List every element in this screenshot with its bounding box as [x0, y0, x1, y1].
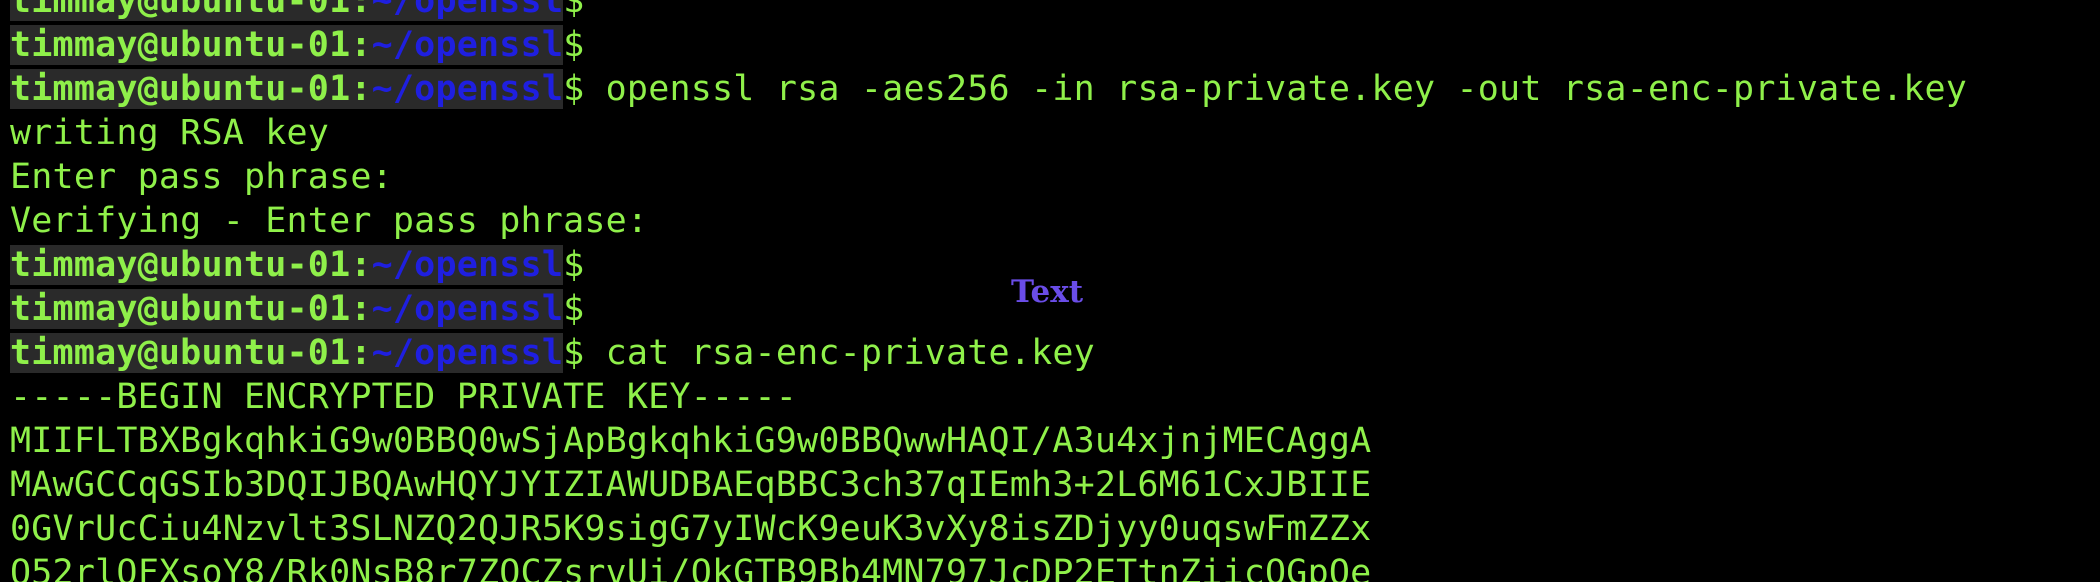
prompt-path: ~/openssl	[371, 333, 564, 373]
text-overlay-label[interactable]: Text	[1011, 270, 1083, 314]
prompt-user-host: timmay@ubuntu-01	[10, 69, 351, 109]
prompt-dollar: $	[563, 69, 585, 109]
output-line: Verifying - Enter pass phrase:	[10, 199, 2090, 243]
prompt-colon: :	[350, 25, 372, 65]
output-line: Enter pass phrase:	[10, 155, 2090, 199]
output-text: Enter pass phrase:	[10, 157, 393, 197]
terminal-window[interactable]: timmay@ubuntu-01:~/openssl$ timmay@ubuntu…	[0, 0, 2100, 582]
prompt-path: ~/openssl	[371, 69, 564, 109]
prompt-path: ~/openssl	[371, 245, 564, 285]
prompt-user-host: timmay@ubuntu-01	[10, 333, 351, 373]
command-text: cat rsa-enc-private.key	[584, 333, 1095, 373]
output-text: MAwGCCqGSIb3DQIJBQAwHQYJYIZIAWUDBAEqBBC3…	[10, 465, 1372, 505]
prompt-user-host: timmay@ubuntu-01	[10, 289, 351, 329]
prompt-colon: :	[350, 289, 372, 329]
prompt-colon: :	[350, 333, 372, 373]
prompt-line: timmay@ubuntu-01:~/openssl$	[10, 0, 2090, 23]
output-text: 0GVrUcCiu4Nzvlt3SLNZQ2QJR5K9sigG7yIWcK9e…	[10, 509, 1372, 549]
output-text: writing RSA key	[10, 113, 330, 153]
prompt-dollar: $	[563, 0, 585, 21]
prompt-user-host: timmay@ubuntu-01	[10, 25, 351, 65]
prompt-colon: :	[350, 0, 372, 21]
prompt-path: ~/openssl	[371, 289, 564, 329]
output-text: MIIFLTBXBgkqhkiG9w0BBQ0wSjApBgkqhkiG9w0B…	[10, 421, 1372, 461]
prompt-line: timmay@ubuntu-01:~/openssl$ cat rsa-enc-…	[10, 331, 2090, 375]
prompt-path: ~/openssl	[371, 25, 564, 65]
prompt-line: timmay@ubuntu-01:~/openssl$	[10, 23, 2090, 67]
prompt-path: ~/openssl	[371, 0, 564, 21]
output-text: Verifying - Enter pass phrase:	[10, 201, 649, 241]
prompt-user-host: timmay@ubuntu-01	[10, 245, 351, 285]
output-line: 0GVrUcCiu4Nzvlt3SLNZQ2QJR5K9sigG7yIWcK9e…	[10, 507, 2090, 551]
output-line: O52rlQFXsoY8/Rk0NsB8r7ZOCZsrvUi/OkGTB9Bb…	[10, 551, 2090, 582]
command-text: openssl rsa -aes256 -in rsa-private.key …	[584, 69, 1968, 109]
prompt-colon: :	[350, 69, 372, 109]
prompt-dollar: $	[563, 333, 585, 373]
output-line: MIIFLTBXBgkqhkiG9w0BBQ0wSjApBgkqhkiG9w0B…	[10, 419, 2090, 463]
output-line: -----BEGIN ENCRYPTED PRIVATE KEY-----	[10, 375, 2090, 419]
prompt-user-host: timmay@ubuntu-01	[10, 0, 351, 21]
prompt-line: timmay@ubuntu-01:~/openssl$ openssl rsa …	[10, 67, 2090, 111]
prompt-dollar: $	[563, 25, 585, 65]
prompt-colon: :	[350, 245, 372, 285]
output-text: -----BEGIN ENCRYPTED PRIVATE KEY-----	[10, 377, 798, 417]
output-line: MAwGCCqGSIb3DQIJBQAwHQYJYIZIAWUDBAEqBBC3…	[10, 463, 2090, 507]
output-text: O52rlQFXsoY8/Rk0NsB8r7ZOCZsrvUi/OkGTB9Bb…	[10, 553, 1372, 582]
prompt-dollar: $	[563, 245, 585, 285]
output-line: writing RSA key	[10, 111, 2090, 155]
prompt-dollar: $	[563, 289, 585, 329]
